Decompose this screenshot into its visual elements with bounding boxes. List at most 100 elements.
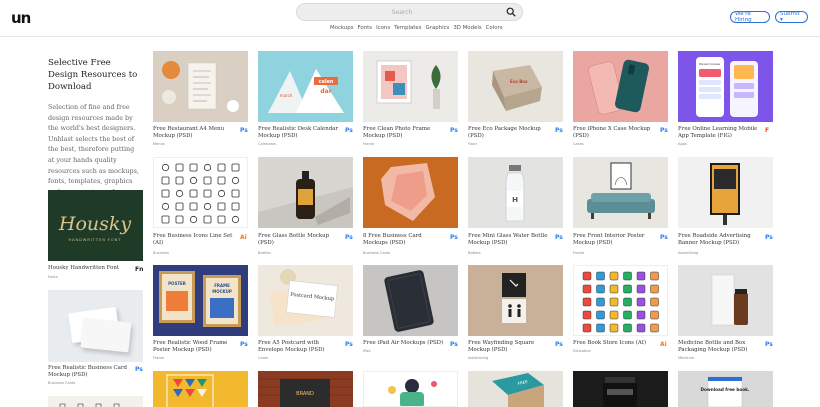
line-icon — [231, 189, 240, 198]
eco-package-mockup-image: Eco Box — [492, 65, 542, 111]
card-thumbnail[interactable] — [363, 51, 458, 122]
card-title[interactable]: Free Front Interior Poster Mockup (PSD) — [573, 233, 655, 248]
card-thumbnail[interactable] — [258, 157, 353, 228]
nav-templates[interactable]: Templates — [394, 25, 421, 31]
font-sample-subtitle: HANDWRITTEN FONT — [69, 238, 122, 242]
line-icon — [189, 215, 198, 224]
line-icon — [217, 202, 226, 211]
nav-colors[interactable]: Colors — [486, 25, 503, 31]
card-thumbnail[interactable] — [573, 371, 668, 407]
card-thumbnail[interactable] — [153, 371, 248, 407]
card-title[interactable]: Free iPad Air Mockups (PSD) — [363, 340, 445, 347]
card-thumbnail[interactable]: H — [468, 157, 563, 228]
card-thumbnail[interactable]: POSTER FRAME MOCKUP — [153, 265, 248, 336]
card-category[interactable]: Cases — [573, 142, 584, 146]
card-thumbnail[interactable] — [573, 51, 668, 122]
card-category[interactable]: Calendars — [258, 142, 276, 146]
card-title[interactable]: Free Wayfinding Square Mockup (PSD) — [468, 340, 550, 355]
card-title[interactable]: Free iPhone X Case Mockup (PSD) — [573, 126, 655, 141]
card-title[interactable]: Free A5 Postcard with Envelope Mockup (P… — [258, 340, 340, 355]
nav-icons[interactable]: Icons — [376, 25, 390, 31]
card-title[interactable]: Free Mini Glass Water Bottle Mockup (PSD… — [468, 233, 550, 248]
book-mockup-preview: Download free book. — [701, 376, 750, 407]
card-title[interactable]: Free Online Learning Mobile App Template… — [678, 126, 760, 141]
nav-fonts[interactable]: Fonts — [358, 25, 373, 31]
card-category[interactable]: Menus — [153, 142, 165, 146]
card-category[interactable]: Business Cards — [48, 381, 75, 385]
card-category[interactable]: Business — [153, 251, 169, 255]
card-title[interactable]: Free Realistic Desk Calendar Mockup (PSD… — [258, 126, 340, 141]
line-icon — [231, 163, 240, 172]
card-thumbnail[interactable] — [48, 396, 143, 407]
card-thumbnail[interactable] — [363, 265, 458, 336]
card-thumbnail[interactable] — [363, 157, 458, 228]
card-category[interactable]: Frame — [573, 251, 584, 255]
card-thumbnail[interactable] — [573, 157, 668, 228]
card-thumbnail[interactable] — [573, 265, 668, 336]
nav-3d-models[interactable]: 3D Models — [453, 25, 481, 31]
line-icon — [175, 163, 184, 172]
nav-graphics[interactable]: Graphics — [426, 25, 450, 31]
card-category[interactable]: Medicine — [678, 356, 694, 360]
card-title[interactable]: Free Clean Photo Frame Mockup (PSD) — [363, 126, 445, 141]
card-title[interactable]: Free Book Store Icons (AI) — [573, 340, 655, 347]
book-store-icon — [596, 323, 605, 333]
card-category[interactable]: Advertising — [468, 356, 488, 360]
hiring-button[interactable]: We're Hiring — [730, 11, 770, 23]
line-icon — [175, 189, 184, 198]
card-category[interactable]: Food — [468, 142, 477, 146]
card-thumbnail[interactable] — [48, 290, 143, 362]
card-title[interactable]: Free Eco Package Mockup (PSD) — [468, 126, 550, 141]
card-title[interactable]: Free Realistic Wood Frame Poster Mockup … — [153, 340, 235, 355]
card-title[interactable]: Free Restaurant A4 Menu Mockup (PSD) — [153, 126, 235, 141]
card-thumbnail[interactable]: calen dar march — [258, 51, 353, 122]
search-icon[interactable] — [506, 7, 516, 17]
card-thumbnail[interactable]: Eco Box — [468, 51, 563, 122]
card-title[interactable]: Free Realistic Business Card Mockup (PSD… — [48, 365, 130, 380]
card-title[interactable]: Free Glass Bottle Mockup (PSD) — [258, 233, 340, 248]
card-thumbnail[interactable]: BRAND — [258, 371, 353, 407]
card-category[interactable]: Cards — [258, 356, 268, 360]
line-icon — [231, 176, 240, 185]
photoshop-badge: Ps — [555, 234, 563, 241]
card-thumbnail[interactable] — [678, 265, 773, 336]
card-category[interactable]: Apps — [678, 142, 687, 146]
card-thumbnail[interactable] — [468, 265, 563, 336]
search-bar[interactable] — [296, 3, 523, 21]
card-thumbnail[interactable]: Postcard Mockup — [258, 265, 353, 336]
search-input[interactable] — [307, 6, 497, 19]
card-title[interactable]: Free Roadside Advertising Banner Mockup … — [678, 233, 760, 248]
icon-set-preview — [59, 403, 120, 407]
card-category[interactable]: Business Cards — [363, 251, 390, 255]
phone-case-mockup-image — [588, 59, 649, 115]
site-logo[interactable]: un — [11, 9, 31, 27]
card-category[interactable]: Education — [573, 349, 591, 353]
card-category[interactable]: Bottles — [468, 251, 481, 255]
card-thumbnail[interactable] — [153, 157, 248, 228]
nav-mockups[interactable]: Mockups — [330, 25, 354, 31]
line-icon — [231, 215, 240, 224]
sidebar: Selective Free Design Resources to Downl… — [48, 57, 140, 208]
card-category[interactable]: Frame — [153, 356, 164, 360]
card-thumbnail[interactable] — [153, 51, 248, 122]
card-thumbnail[interactable] — [363, 371, 458, 407]
card-category[interactable]: Advertising — [678, 251, 698, 255]
card-thumbnail[interactable]: Popular Courses — [678, 51, 773, 122]
card-title[interactable]: Housky Handwritten Font — [48, 265, 130, 272]
card-category[interactable]: Bottles — [258, 251, 271, 255]
book-store-icon — [609, 284, 619, 294]
book-store-icon — [582, 297, 592, 307]
card-title[interactable]: Medicine Bottle and Box Packaging Mockup… — [678, 340, 760, 355]
card-title[interactable]: Free Business Icons Line Set (AI) — [153, 233, 235, 248]
card-category[interactable]: iPad — [363, 349, 371, 353]
card-thumbnail[interactable]: Housky HANDWRITTEN FONT — [48, 190, 143, 261]
card-title[interactable]: 8 Free Business Card Mockups (PSD) — [363, 233, 445, 248]
submit-button[interactable]: Submit ▾ — [775, 11, 808, 23]
card-category[interactable]: Frame — [363, 142, 374, 146]
card-thumbnail[interactable]: Download free book. — [678, 371, 773, 407]
card-thumbnail[interactable]: FREE — [468, 371, 563, 407]
card-thumbnail[interactable] — [678, 157, 773, 228]
card-category[interactable]: Fonts — [48, 275, 58, 279]
book-store-icon — [623, 271, 632, 281]
business-icons-preview — [161, 163, 240, 224]
